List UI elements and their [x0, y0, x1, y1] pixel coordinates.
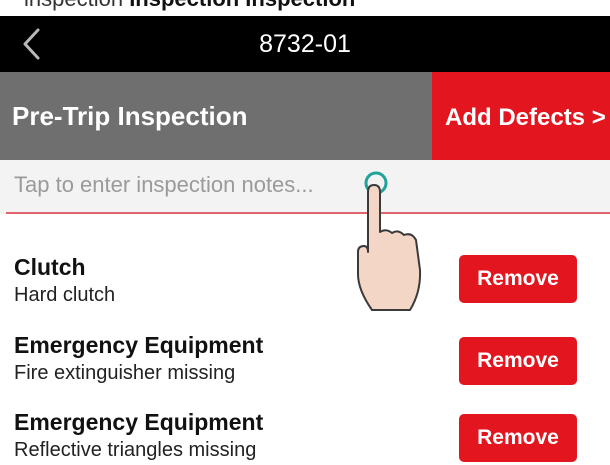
top-caption-strip: inspection Inspection Inspection — [0, 0, 610, 16]
notes-area — [0, 160, 610, 214]
defect-row: Emergency Equipment Fire extinguisher mi… — [0, 322, 610, 392]
page-title: Pre-Trip Inspection — [12, 101, 248, 131]
inspection-notes-input[interactable] — [14, 172, 574, 198]
defect-row: Emergency Equipment Reflective triangles… — [0, 399, 610, 465]
nav-title: 8732-01 — [259, 30, 351, 58]
remove-button[interactable]: Remove — [459, 337, 577, 385]
remove-button[interactable]: Remove — [459, 255, 577, 303]
defect-name: Emergency Equipment — [14, 409, 264, 435]
nav-bar: 8732-01 — [0, 16, 610, 72]
chevron-left-icon — [23, 28, 40, 60]
add-defects-button[interactable]: Add Defects > — [432, 72, 610, 160]
defect-description: Fire extinguisher missing — [14, 362, 236, 384]
remove-button[interactable]: Remove — [459, 414, 577, 462]
back-button[interactable] — [18, 24, 48, 64]
defect-name: Emergency Equipment — [14, 332, 264, 358]
defect-description: Reflective triangles missing — [14, 439, 257, 461]
defect-name: Clutch — [14, 254, 86, 280]
defect-row: Clutch Hard clutch Remove — [0, 244, 610, 314]
caption-text: inspection Inspection Inspection — [24, 0, 355, 12]
notes-underline — [6, 212, 610, 214]
inspection-header: Pre-Trip Inspection Add Defects > — [0, 72, 610, 160]
defect-description: Hard clutch — [14, 284, 116, 306]
